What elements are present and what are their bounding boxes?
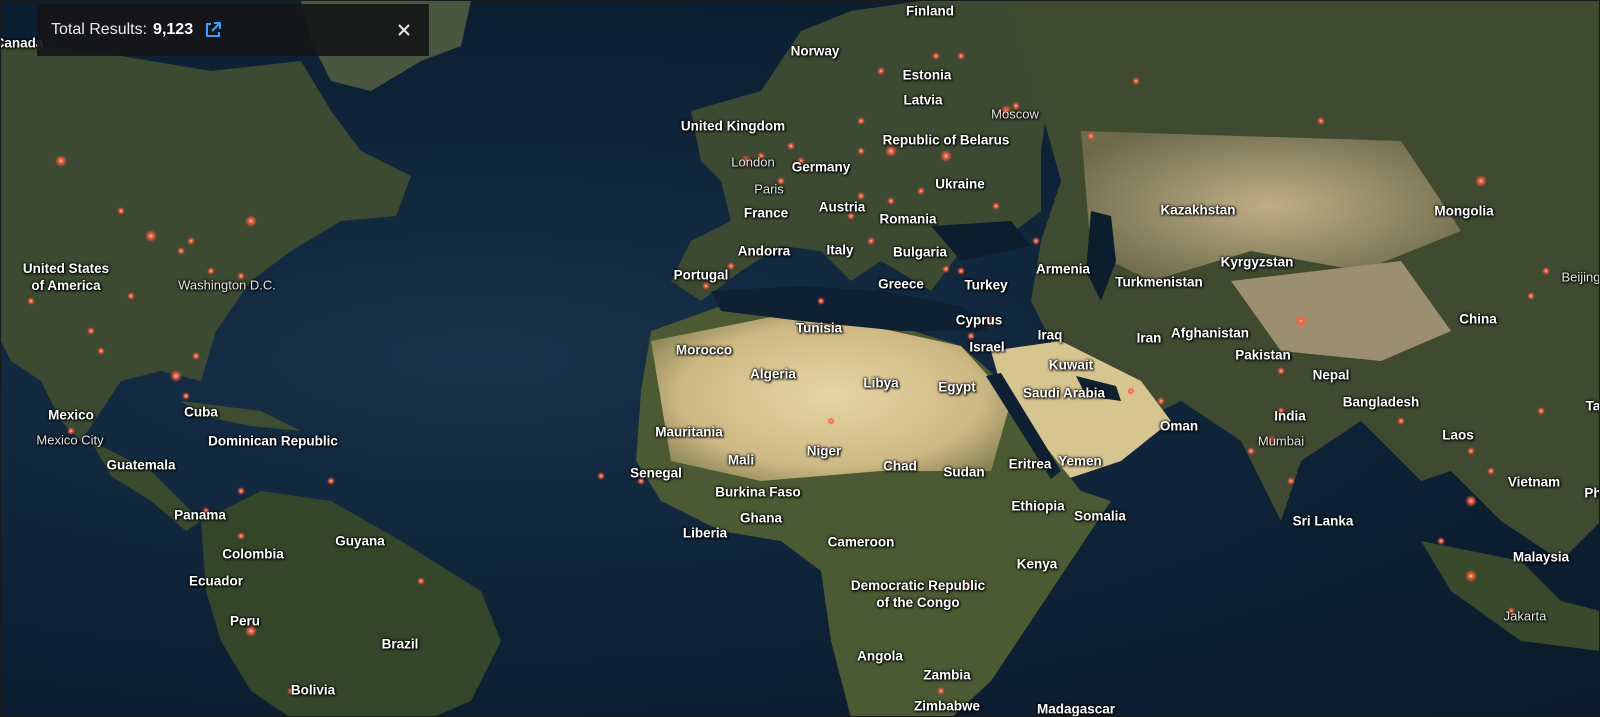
hotspot-marker: [177, 247, 185, 255]
hotspot-marker: [985, 315, 997, 327]
hotspot-marker: [145, 230, 157, 242]
hotspot-marker: [797, 157, 805, 165]
hotspot-marker: [1277, 407, 1285, 415]
hotspot-marker: [992, 202, 1000, 210]
hotspot-marker: [1317, 117, 1325, 125]
hotspot-marker: [237, 272, 245, 280]
hotspot-marker: [857, 147, 865, 155]
hotspot-marker: [97, 347, 105, 355]
hotspot-marker: [1527, 292, 1535, 300]
hotspot-marker: [1465, 495, 1477, 507]
hotspot-marker: [597, 472, 605, 480]
total-results-count: 9,123: [153, 21, 194, 38]
hotspot-marker: [245, 215, 257, 227]
hotspot-marker: [940, 150, 952, 162]
hotspot-marker: [1032, 237, 1040, 245]
hotspot-marker: [55, 155, 67, 167]
hotspot-marker: [192, 352, 200, 360]
hotspot-marker: [1487, 467, 1495, 475]
total-results-panel: Total Results: 9,123: [37, 4, 429, 56]
hotspot-marker: [957, 267, 965, 275]
hotspot-marker: [187, 237, 195, 245]
hotspot-marker: [170, 370, 182, 382]
hotspot-marker: [847, 212, 855, 220]
hotspot-marker: [1012, 102, 1020, 110]
hotspot-marker: [957, 52, 965, 60]
hotspot-marker: [1507, 607, 1515, 615]
hotspot-marker: [287, 687, 295, 695]
hotspot-marker: [942, 265, 950, 273]
hotspot-marker: [1467, 447, 1475, 455]
hotspot-marker: [87, 327, 95, 335]
hotspot-marker: [1397, 417, 1405, 425]
hotspot-marker: [777, 177, 785, 185]
hotspot-marker: [740, 155, 752, 167]
hotspot-marker: [327, 477, 335, 485]
hotspot-marker: [727, 262, 735, 270]
hotspot-marker: [1132, 77, 1140, 85]
hotspot-marker: [885, 145, 897, 157]
total-results-label: Total Results:: [51, 21, 148, 38]
hotspot-marker: [67, 427, 75, 435]
hotspot-marker: [1295, 315, 1307, 327]
hotspot-marker: [202, 507, 210, 515]
hotspot-marker: [1542, 267, 1550, 275]
hotspot-marker: [960, 580, 972, 592]
hotspot-marker: [27, 297, 35, 305]
hotspot-marker: [1475, 175, 1487, 187]
hotspot-marker: [637, 477, 645, 485]
hotspot-marker: [417, 577, 425, 585]
hotspot-marker: [1247, 447, 1255, 455]
hotspot-marker: [127, 292, 135, 300]
map-canvas[interactable]: CanadaFinlandNorwayEstoniaLatviaMoscowUn…: [0, 0, 1600, 717]
hotspot-marker: [245, 625, 257, 637]
hotspot-marker: [237, 487, 245, 495]
hotspot-marker: [857, 192, 865, 200]
hotspot-marker: [877, 67, 885, 75]
hotspot-marker: [787, 142, 795, 150]
hotspot-marker: [937, 687, 945, 695]
hotspot-marker: [207, 267, 215, 275]
hotspot-marker: [917, 187, 925, 195]
hotspot-marker: [1157, 397, 1165, 405]
hotspot-marker: [827, 417, 835, 425]
hotspot-marker: [1087, 132, 1095, 140]
hotspot-marker: [932, 52, 940, 60]
hotspot-marker: [702, 282, 710, 290]
hotspot-marker: [757, 152, 765, 160]
hotspot-layer: [27, 52, 1550, 695]
hotspot-marker: [1277, 367, 1285, 375]
hotspot-marker: [237, 532, 245, 540]
hotspot-marker: [1465, 570, 1477, 582]
external-link-icon[interactable]: [203, 20, 223, 40]
hotspot-marker: [1437, 537, 1445, 545]
hotspot-marker: [967, 332, 975, 340]
hotspot-marker: [1287, 477, 1295, 485]
hotspot-marker: [887, 197, 895, 205]
hotspot-marker: [1265, 435, 1277, 447]
hotspot-marker: [117, 207, 125, 215]
hotspot-marker: [867, 237, 875, 245]
hotspot-marker: [817, 297, 825, 305]
hotspot-marker: [1000, 105, 1012, 117]
hotspot-marker: [1127, 387, 1135, 395]
close-icon[interactable]: [393, 19, 415, 41]
hotspot-marker: [182, 392, 190, 400]
hotspot-marker: [1537, 407, 1545, 415]
hotspot-marker: [857, 117, 865, 125]
